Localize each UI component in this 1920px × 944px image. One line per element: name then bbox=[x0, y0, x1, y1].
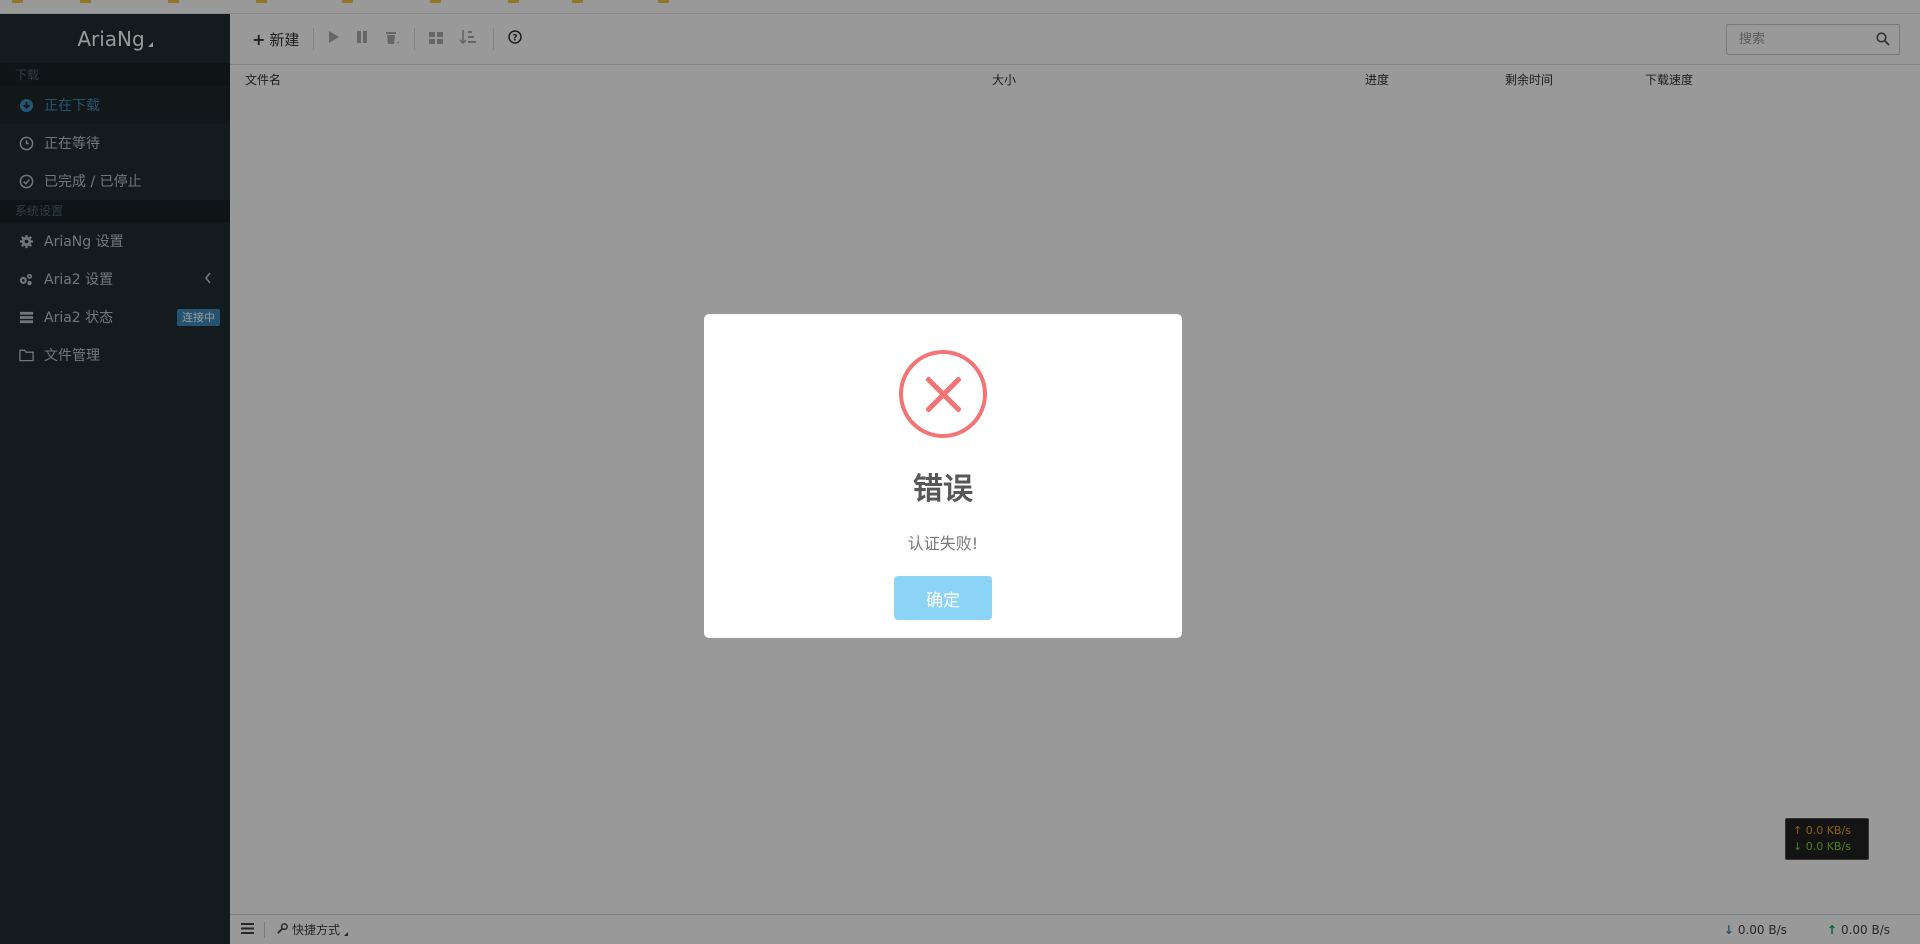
confirm-button[interactable]: 确定 bbox=[894, 576, 992, 620]
error-dialog: 错误 认证失败! 确定 bbox=[704, 314, 1182, 638]
dialog-message: 认证失败! bbox=[907, 534, 979, 553]
dialog-title: 错误 bbox=[913, 472, 973, 507]
error-x-icon bbox=[899, 350, 987, 438]
